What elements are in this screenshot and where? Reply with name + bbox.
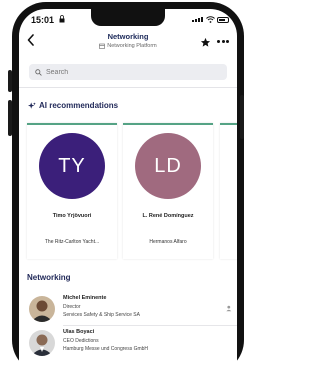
calendar-icon	[99, 43, 106, 49]
app-screen: 15:01 Networking Networking Platform Sea…	[19, 9, 237, 365]
avatar-initials: TY	[58, 154, 86, 177]
person-name: Ulas Boyaci	[63, 329, 95, 335]
search-icon	[35, 68, 42, 76]
avatar: LD	[135, 133, 201, 199]
recommendation-card[interactable]: LD L. René Domínguez Hermanos Alfaro	[123, 123, 213, 259]
status-time: 15:01	[31, 15, 55, 25]
status-bar: 15:01	[19, 9, 237, 31]
person-name: Michel Eminente	[63, 295, 107, 301]
list-item[interactable]: Michel Eminente Director Services Safety…	[29, 295, 237, 327]
phone-notch	[91, 9, 165, 26]
recommendation-name: Timo Yrjövuori	[52, 213, 92, 219]
sparkle-icon	[28, 101, 36, 109]
recommendation-organization: Hermanos Alfaro	[149, 239, 187, 245]
signal-icon	[192, 17, 203, 22]
person-role: Director	[63, 304, 81, 310]
row-divider	[63, 325, 237, 326]
more-icon[interactable]	[217, 40, 229, 43]
person-role: CEO Dedictions	[63, 338, 99, 344]
wifi-icon	[206, 16, 215, 23]
star-icon[interactable]	[200, 37, 211, 48]
person-company: Services Safety & Ship Service SA	[63, 312, 140, 318]
phone-mute-switch	[8, 70, 12, 92]
avatar	[29, 296, 55, 322]
phone-power-button	[240, 95, 244, 139]
phone-volume-button	[8, 100, 12, 136]
list-item[interactable]: Ulas Boyaci CEO Dedictions Hamburg Messe…	[29, 329, 229, 361]
avatar: TY	[39, 133, 105, 199]
recommendation-card-partial[interactable]	[220, 123, 237, 259]
recommendation-card[interactable]: TY Timo Yrjövuori The Ritz-Carlton Yacht…	[27, 123, 117, 259]
page-subtitle: Networking Platform	[59, 43, 197, 49]
top-header: Networking Networking Platform	[19, 31, 237, 55]
networking-heading: Networking	[27, 273, 71, 282]
page-subtitle-text: Networking Platform	[107, 43, 157, 49]
person-add-icon[interactable]	[226, 305, 233, 312]
back-chevron-icon[interactable]	[27, 34, 35, 46]
header-titles: Networking Networking Platform	[59, 32, 197, 49]
search-bar[interactable]	[29, 64, 227, 80]
ai-recommendations-heading: AI recommendations	[28, 101, 118, 110]
battery-icon	[217, 17, 229, 23]
ai-recommendations-title: AI recommendations	[39, 101, 119, 110]
recommendation-organization: The Ritz-Carlton Yacht...	[44, 239, 100, 245]
avatar-initials: LD	[154, 154, 182, 177]
search-input[interactable]	[46, 68, 206, 76]
person-company: Hamburg Messe und Congress GmbH	[63, 346, 149, 352]
avatar	[29, 330, 55, 356]
page-title: Networking	[107, 32, 149, 41]
recommendation-name: L. René Domínguez	[142, 213, 194, 219]
lock-icon	[59, 15, 65, 23]
header-divider	[19, 87, 237, 88]
